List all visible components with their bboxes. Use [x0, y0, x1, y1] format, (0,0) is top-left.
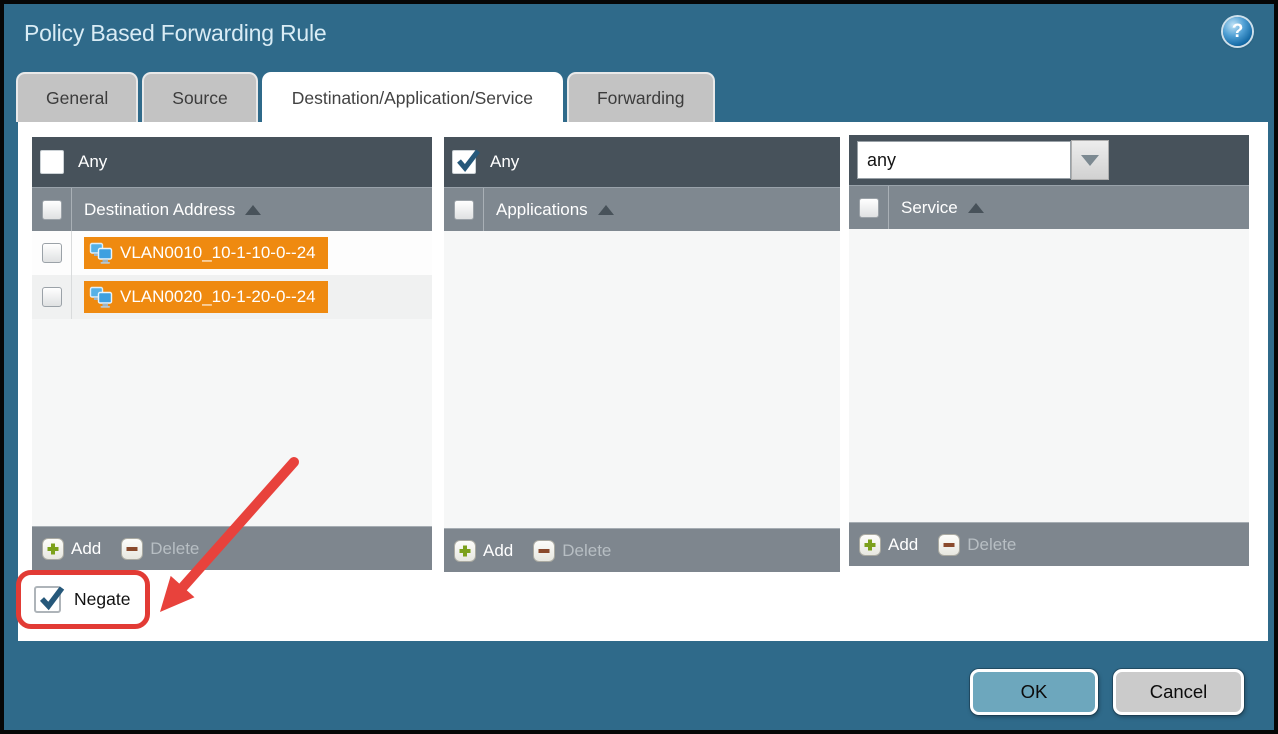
question-mark-glyph: ? [1232, 21, 1244, 43]
service-dropdown-bar: any [849, 135, 1249, 185]
checkmark-icon [36, 584, 68, 616]
ok-button[interactable]: OK [970, 669, 1098, 715]
destination-select-all-checkbox[interactable] [42, 200, 62, 220]
applications-column-header[interactable]: Applications [496, 200, 588, 220]
destination-any-checkbox[interactable] [40, 150, 64, 174]
applications-list [444, 231, 840, 528]
cancel-button[interactable]: Cancel [1113, 669, 1244, 715]
row-checkbox[interactable] [42, 243, 62, 263]
applications-column-header-bar: Applications [444, 187, 840, 231]
sort-ascending-icon[interactable] [598, 205, 614, 215]
negate-label: Negate [74, 589, 130, 610]
delete-button[interactable]: Delete [938, 534, 1016, 556]
tab-general[interactable]: General [16, 72, 138, 122]
applications-any-bar: Any [444, 137, 840, 187]
minus-icon [121, 538, 143, 560]
service-dropdown[interactable]: any [857, 141, 1071, 179]
content-area: Any Destination Address [18, 122, 1268, 641]
service-list [849, 229, 1249, 522]
applications-actions-bar: Add Delete [444, 528, 840, 572]
address-object-label: VLAN0010_10-1-10-0--24 [120, 243, 316, 263]
delete-button[interactable]: Delete [121, 538, 199, 560]
service-dropdown-value: any [867, 150, 896, 171]
service-actions-bar: Add Delete [849, 522, 1249, 566]
tab-forwarding[interactable]: Forwarding [567, 72, 715, 122]
applications-any-label: Any [490, 152, 519, 172]
minus-icon [938, 534, 960, 556]
destination-actions-bar: Add Delete [32, 526, 432, 570]
address-object-chip[interactable]: VLAN0020_10-1-20-0--24 [84, 281, 328, 313]
tab-bar: General Source Destination/Application/S… [16, 72, 715, 126]
dialog-title: Policy Based Forwarding Rule [24, 20, 327, 47]
plus-icon [42, 538, 64, 560]
checkmark-icon [453, 147, 483, 177]
table-row[interactable]: VLAN0010_10-1-10-0--24 [32, 231, 432, 275]
negate-highlight-box: Negate [16, 570, 150, 629]
service-select-all-checkbox[interactable] [859, 198, 879, 218]
destination-panel: Any Destination Address [32, 137, 432, 570]
chevron-down-icon [1081, 155, 1099, 166]
destination-column-header-bar: Destination Address [32, 187, 432, 231]
plus-icon [859, 534, 881, 556]
address-object-label: VLAN0020_10-1-20-0--24 [120, 287, 316, 307]
applications-select-all-checkbox[interactable] [454, 200, 474, 220]
add-button[interactable]: Add [859, 534, 918, 556]
dropdown-arrow-button[interactable] [1071, 140, 1109, 180]
sort-ascending-icon[interactable] [245, 205, 261, 215]
applications-any-checkbox[interactable] [452, 150, 476, 174]
sort-ascending-icon[interactable] [968, 203, 984, 213]
address-object-chip[interactable]: VLAN0010_10-1-10-0--24 [84, 237, 328, 269]
pbf-rule-dialog: Policy Based Forwarding Rule ? General S… [0, 0, 1278, 734]
negate-checkbox[interactable] [34, 586, 61, 613]
help-icon[interactable]: ? [1223, 17, 1252, 46]
service-panel: any Service Add [849, 135, 1249, 566]
applications-panel: Any Applications Add [444, 137, 840, 572]
add-button[interactable]: Add [454, 540, 513, 562]
table-row[interactable]: VLAN0020_10-1-20-0--24 [32, 275, 432, 319]
row-checkbox[interactable] [42, 287, 62, 307]
address-object-icon [89, 286, 113, 308]
destination-any-label: Any [78, 152, 107, 172]
tab-destination-application-service[interactable]: Destination/Application/Service [262, 72, 563, 126]
destination-any-bar: Any [32, 137, 432, 187]
destination-list: VLAN0010_10-1-10-0--24 [32, 231, 432, 526]
plus-icon [454, 540, 476, 562]
delete-button[interactable]: Delete [533, 540, 611, 562]
tab-source[interactable]: Source [142, 72, 257, 122]
service-column-header[interactable]: Service [901, 198, 958, 218]
service-column-header-bar: Service [849, 185, 1249, 229]
address-object-icon [89, 242, 113, 264]
minus-icon [533, 540, 555, 562]
destination-column-header[interactable]: Destination Address [84, 200, 235, 220]
add-button[interactable]: Add [42, 538, 101, 560]
